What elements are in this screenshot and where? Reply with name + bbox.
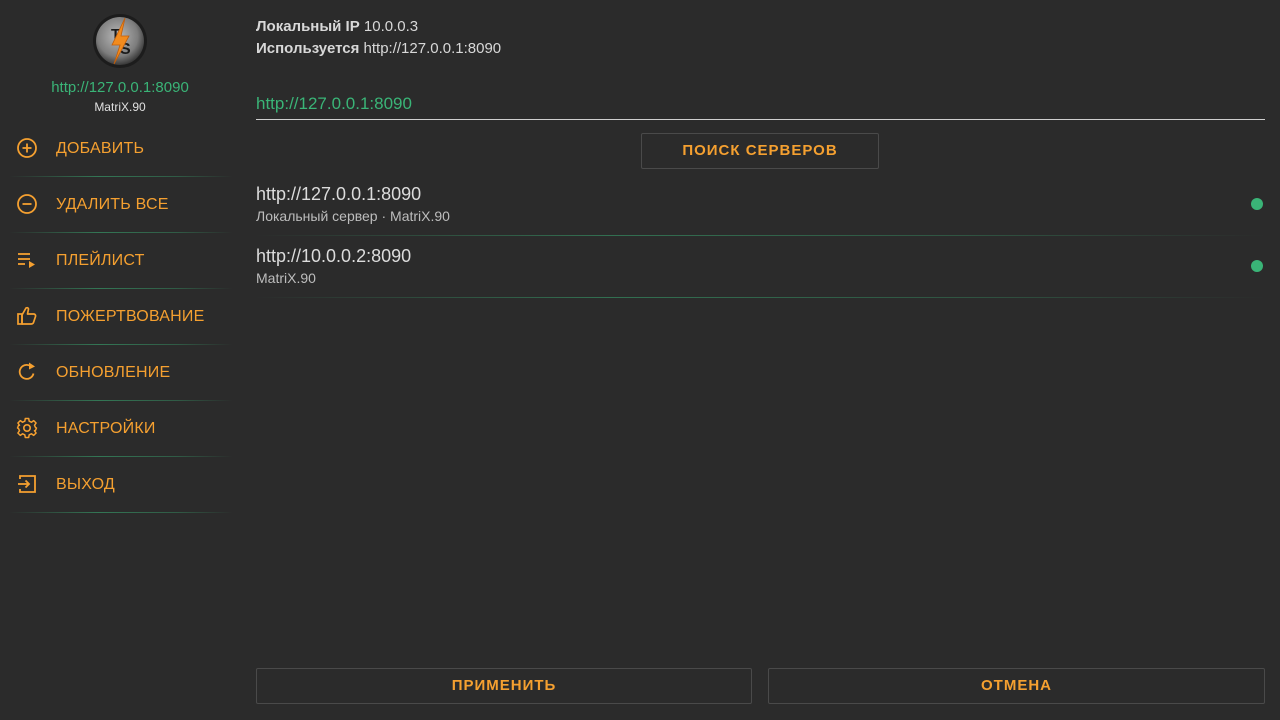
exit-icon	[16, 473, 38, 495]
sidebar-item-label: ПЛЕЙЛИСТ	[56, 252, 145, 269]
sidebar-item-label: ВЫХОД	[56, 476, 115, 493]
sidebar-item-donate[interactable]: ПОЖЕРТВОВАНИЕ	[10, 289, 232, 345]
sidebar-item-label: ДОБАВИТЬ	[56, 140, 145, 157]
gear-icon	[16, 417, 38, 439]
local-ip-value: 10.0.0.3	[363, 18, 419, 35]
sidebar-item-update[interactable]: ОБНОВЛЕНИЕ	[10, 345, 232, 401]
sidebar-item-label: НАСТРОЙКИ	[56, 420, 156, 437]
server-status-dot	[1251, 260, 1263, 272]
remove-circle-icon	[16, 193, 38, 215]
add-circle-icon	[16, 137, 38, 159]
sidebar-menu: ДОБАВИТЬ УДАЛИТЬ ВСЕ ПЛЕЙЛИСТ ПОЖЕРТВОВА…	[0, 121, 240, 513]
main-panel: Локальный IP 10.0.0.3 Используется http:…	[256, 0, 1265, 720]
playlist-icon	[16, 249, 38, 271]
search-servers-button[interactable]: ПОИСК СЕРВЕРОВ	[641, 133, 879, 169]
sidebar-server-host: http://127.0.0.1:8090	[51, 79, 189, 96]
sidebar-item-remove-all[interactable]: УДАЛИТЬ ВСЕ	[10, 177, 232, 233]
cancel-button[interactable]: ОТМЕНА	[768, 668, 1265, 704]
local-ip-label: Локальный IP	[256, 18, 360, 35]
server-description: MatriX.90	[256, 270, 316, 286]
server-list: http://127.0.0.1:8090 Локальный сервер ·…	[256, 174, 1265, 298]
sidebar-item-add[interactable]: ДОБАВИТЬ	[10, 121, 232, 177]
sidebar-item-label: ОБНОВЛЕНИЕ	[56, 364, 171, 381]
app-window: T S http://127.0.0.1:8090 MatriX.90 ДОБА…	[0, 0, 1280, 720]
server-url-input[interactable]	[256, 92, 1265, 116]
local-ip-line: Локальный IP 10.0.0.3	[256, 18, 418, 35]
server-host: http://127.0.0.1:8090	[256, 184, 422, 204]
server-description: Локальный сервер · MatriX.90	[256, 208, 450, 224]
app-logo: T S	[92, 12, 148, 70]
in-use-value: http://127.0.0.1:8090	[363, 40, 502, 57]
server-host: http://10.0.0.2:8090	[256, 246, 412, 266]
server-list-item[interactable]: http://10.0.0.2:8090 MatriX.90	[256, 236, 1265, 298]
sidebar-item-playlist[interactable]: ПЛЕЙЛИСТ	[10, 233, 232, 289]
server-url-field	[256, 92, 1265, 120]
server-list-item[interactable]: http://127.0.0.1:8090 Локальный сервер ·…	[256, 174, 1265, 236]
refresh-icon	[16, 361, 38, 383]
in-use-line: Используется http://127.0.0.1:8090	[256, 40, 501, 57]
sidebar-item-settings[interactable]: НАСТРОЙКИ	[10, 401, 232, 457]
thumb-up-icon	[16, 305, 38, 327]
sidebar-item-label: ПОЖЕРТВОВАНИЕ	[56, 308, 205, 325]
apply-button[interactable]: ПРИМЕНИТЬ	[256, 668, 752, 704]
server-status-dot	[1251, 198, 1263, 210]
sidebar: T S http://127.0.0.1:8090 MatriX.90 ДОБА…	[0, 0, 240, 720]
sidebar-item-label: УДАЛИТЬ ВСЕ	[56, 196, 169, 213]
in-use-label: Используется	[256, 40, 360, 57]
sidebar-server-version: MatriX.90	[94, 100, 146, 114]
sidebar-item-exit[interactable]: ВЫХОД	[10, 457, 232, 513]
